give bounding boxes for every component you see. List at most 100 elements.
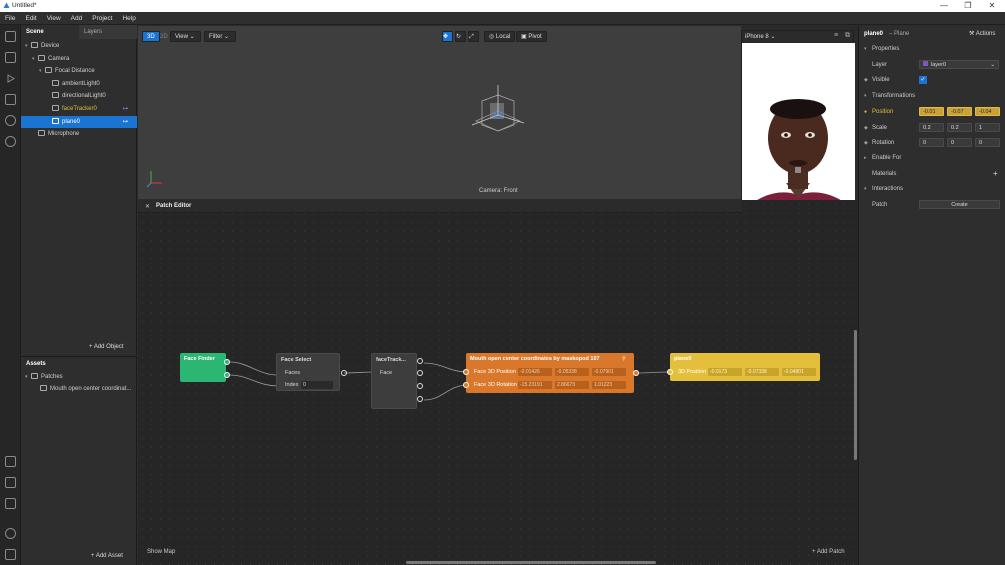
plane-position-x[interactable]: -0.0173 — [708, 368, 742, 376]
video-icon[interactable] — [5, 52, 16, 63]
vertical-scrollbar[interactable] — [854, 330, 857, 460]
keyboard-icon[interactable] — [5, 549, 16, 560]
scene-tree-item[interactable]: faceTracker0 ↦ — [21, 103, 137, 115]
keyframe-icon[interactable]: ◆ — [864, 74, 868, 86]
keyframe-icon[interactable]: ● — [864, 106, 867, 118]
properties-section[interactable]: ▾ Properties — [859, 43, 1005, 55]
create-patch-button[interactable]: Create — [919, 200, 1000, 209]
menu-add[interactable]: Add — [66, 12, 88, 25]
title-bar: Untitled* — ❐ ✕ — [0, 0, 1005, 12]
scene-tree-item[interactable]: Microphone — [21, 128, 137, 140]
enable-for-section[interactable]: ▸ Enable For — [859, 152, 1005, 164]
scene-tree-item[interactable]: directionalLight0 — [21, 90, 137, 102]
plane-position-y[interactable]: -0.07338 — [745, 368, 779, 376]
transformations-section[interactable]: ▾ Transformations — [859, 90, 1005, 102]
patch-link-icon[interactable]: ↦ — [123, 103, 128, 115]
filter-dropdown[interactable]: Filter ⌄ — [204, 31, 236, 42]
input-port[interactable] — [463, 369, 469, 375]
visible-checkbox[interactable]: ✓ — [919, 76, 927, 84]
local-button[interactable]: ◎ Local — [484, 31, 516, 42]
upload-icon[interactable] — [5, 498, 16, 509]
add-material-plus-icon[interactable]: + — [993, 168, 998, 180]
maximize-button[interactable]: ❐ — [957, 0, 979, 12]
actions-button[interactable]: ⚒ Actions — [969, 28, 995, 40]
input-port[interactable] — [667, 369, 673, 375]
input-port[interactable] — [463, 382, 469, 388]
output-port[interactable] — [417, 370, 423, 376]
tab-layers[interactable]: Layers — [79, 25, 137, 39]
show-map-button[interactable]: Show Map — [147, 549, 175, 555]
scene-tree-item[interactable]: ▾ Device — [21, 40, 137, 52]
add-patch-button[interactable]: + Add Patch — [812, 549, 845, 555]
rotation-y-input[interactable]: 0 — [947, 138, 972, 147]
output-port[interactable] — [224, 359, 230, 365]
menu-edit[interactable]: Edit — [20, 12, 41, 25]
view-dropdown[interactable]: View ⌄ — [170, 31, 201, 42]
keyframe-icon[interactable]: ◆ — [864, 122, 868, 134]
export-icon[interactable] — [5, 477, 16, 488]
position-y-input[interactable]: -0.07 — [947, 107, 972, 116]
scale-y-input[interactable]: 0.2 — [947, 123, 972, 132]
camera-label: Camera: Front — [479, 188, 518, 194]
menu-view[interactable]: View — [42, 12, 66, 25]
plane-position-z[interactable]: -0.04801 — [782, 368, 816, 376]
patch-link-icon[interactable]: ↦ — [123, 116, 128, 128]
output-port[interactable] — [417, 358, 423, 364]
scene-tree-item[interactable]: ambientLight0 — [21, 78, 137, 90]
face-tracker-node[interactable]: faceTrack... Face — [371, 353, 417, 409]
stop-icon[interactable] — [5, 94, 16, 105]
mouth-open-node[interactable]: Mouth open center coordinates by maskopo… — [466, 353, 634, 393]
scene-gizmo[interactable] — [458, 81, 538, 141]
pivot-button[interactable]: ▣ Pivot — [516, 31, 547, 42]
menu-file[interactable]: File — [0, 12, 20, 25]
position-x-input[interactable]: -0.01 — [919, 107, 944, 116]
scene-tree-item[interactable]: ▾ Camera — [21, 53, 137, 65]
add-asset-button[interactable]: + Add Asset — [91, 553, 123, 559]
scene-panel-icon[interactable] — [5, 31, 16, 42]
layer-select[interactable]: layer0 ⌄ — [919, 60, 999, 69]
viewport[interactable]: 3D 2D View ⌄ Filter ⌄ ✥ ↻ ⤢ ◎ Local ▣ Pi… — [138, 26, 741, 199]
position-z-value: -0.07901 — [592, 368, 626, 376]
patch-editor[interactable]: ✕ Patch Editor Face Finder Face Select F… — [138, 200, 858, 565]
chevron-down-icon: ▾ — [864, 93, 867, 99]
minimize-button[interactable]: — — [933, 0, 955, 12]
asset-item[interactable]: Mouth open center coordinat... — [21, 383, 137, 395]
chevron-down-icon: ⌄ — [189, 34, 195, 40]
output-port[interactable] — [224, 372, 230, 378]
face-select-node[interactable]: Face Select Faces Index 0 — [276, 353, 340, 391]
scene-tree-item[interactable]: ▾ Focal Distance — [21, 65, 137, 77]
interactions-section[interactable]: ▾ Interactions — [859, 183, 1005, 195]
refresh-icon[interactable] — [5, 115, 16, 126]
rotation-z-input[interactable]: 0 — [975, 138, 1000, 147]
add-object-button[interactable]: + Add Object — [89, 344, 124, 350]
rotation-x-input[interactable]: 0 — [919, 138, 944, 147]
scale-z-input[interactable]: 1 — [975, 123, 1000, 132]
scale-tool-icon[interactable]: ⤢ — [468, 31, 479, 42]
menu-help[interactable]: Help — [117, 12, 140, 25]
output-port[interactable] — [633, 370, 639, 376]
close-window-button[interactable]: ✕ — [981, 0, 1003, 12]
horizontal-scrollbar[interactable] — [406, 561, 656, 564]
output-port[interactable] — [417, 396, 423, 402]
keyframe-icon[interactable]: ◆ — [864, 137, 868, 149]
popout-icon[interactable]: ⧉ — [845, 32, 850, 40]
output-port[interactable] — [417, 383, 423, 389]
index-input[interactable]: 0 — [301, 381, 333, 389]
move-tool-icon[interactable]: ✥ — [442, 31, 453, 42]
play-icon[interactable] — [5, 73, 16, 84]
menu-icon[interactable]: ≡ — [834, 32, 838, 39]
search-icon[interactable] — [5, 136, 16, 147]
settings-icon[interactable] — [5, 528, 16, 539]
device-dropdown[interactable]: iPhone 8 ⌄ — [745, 33, 775, 40]
menu-project[interactable]: Project — [87, 12, 117, 25]
rotate-tool-icon[interactable]: ↻ — [455, 31, 466, 42]
scale-x-input[interactable]: 0.2 — [919, 123, 944, 132]
plane0-node[interactable]: plane0 3D Position -0.0173 -0.07338 -0.0… — [670, 353, 820, 381]
output-port[interactable] — [341, 370, 347, 376]
import-icon[interactable] — [5, 456, 16, 467]
assets-folder-patches[interactable]: ▾ Patches — [21, 371, 137, 383]
face-finder-node[interactable]: Face Finder — [180, 353, 226, 382]
position-z-input[interactable]: -0.04 — [975, 107, 1000, 116]
scene-tree-item[interactable]: plane0 ↦ — [21, 115, 137, 128]
tab-scene[interactable]: Scene — [21, 25, 79, 39]
